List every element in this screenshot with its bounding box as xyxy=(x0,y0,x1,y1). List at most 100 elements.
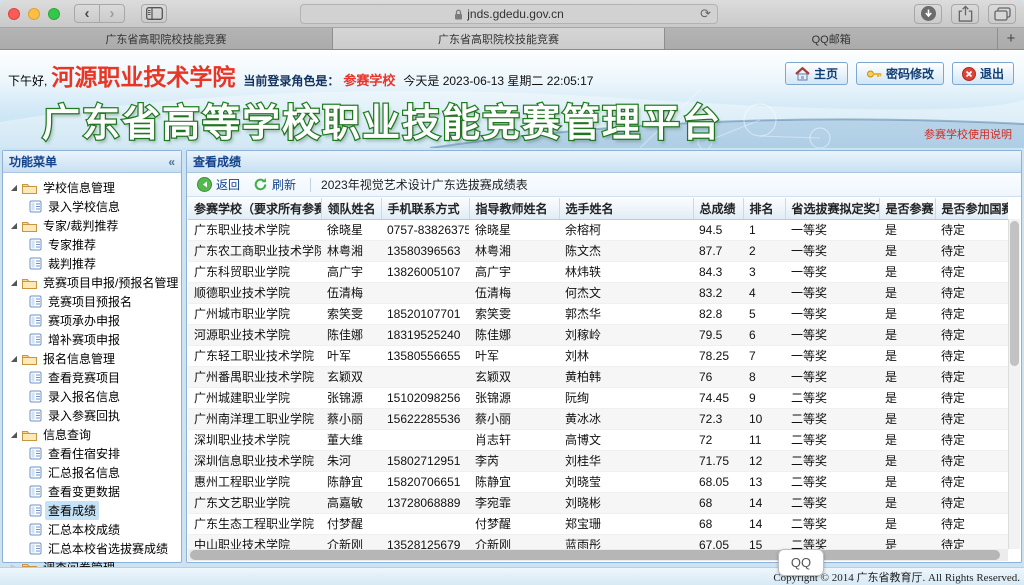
table-row[interactable]: 广州南洋理工职业学院 蔡小丽 15622285536 蔡小丽 黄冰冰 72.3 10 二等奖是… xyxy=(188,408,1008,430)
horizontal-scrollbar-thumb[interactable] xyxy=(190,550,1000,560)
column-header[interactable]: 参赛学校（要求所有参赛学 xyxy=(188,198,322,220)
table-row[interactable]: 广州番禺职业技术学院 玄颖双 玄颖双 黄柏韩 76 8 一等奖是待定 xyxy=(188,366,1008,388)
table-cell: 3 xyxy=(743,261,785,283)
sidebar-item-汇总本校成绩[interactable]: 汇总本校成绩 xyxy=(9,520,179,539)
sidebar-folder[interactable]: ◢ 竞赛项目申报/预报名管理 xyxy=(9,273,179,292)
table-cell: 二等奖 xyxy=(785,513,879,535)
column-header[interactable]: 总成绩 xyxy=(693,198,744,220)
browser-tab[interactable]: 广东省高职院校技能竞赛 xyxy=(0,28,333,49)
sidebar-item-查看住宿安排[interactable]: 查看住宿安排 xyxy=(9,444,179,463)
close-window-button[interactable] xyxy=(8,7,20,20)
table-cell: 68.05 xyxy=(693,471,743,493)
zoom-window-button[interactable] xyxy=(48,7,60,20)
column-header[interactable]: 省选拔赛拟定奖项 xyxy=(785,198,880,220)
downloads-button[interactable] xyxy=(914,3,942,24)
share-button[interactable] xyxy=(951,3,979,24)
sidebar-folder[interactable]: ◢ 信息查询 xyxy=(9,425,179,444)
address-bar[interactable]: jnds.gdedu.gov.cn ⟳ xyxy=(300,4,718,24)
sidebar-item-增补赛项申报[interactable]: 增补赛项申报 xyxy=(9,330,179,349)
table-row[interactable]: 广东职业技术学院 徐晓星 0757-83826375 徐晓星 余榕柯 94.5 1 一等奖是待… xyxy=(188,219,1008,241)
table-cell: 刘稼岭 xyxy=(559,324,693,346)
sidebar-item-录入报名信息[interactable]: 录入报名信息 xyxy=(9,387,179,406)
back-button[interactable]: ‹ xyxy=(74,4,100,23)
table-cell: 索笑雯 xyxy=(469,303,559,325)
table-cell: 是 xyxy=(879,366,935,388)
table-cell: 待定 xyxy=(935,324,1008,346)
column-header[interactable]: 领队姓名 xyxy=(321,198,382,220)
window-controls xyxy=(8,7,60,20)
table-cell: 郭杰华 xyxy=(559,303,693,325)
logout-button[interactable]: 退出 xyxy=(951,62,1014,85)
caret-expanded-icon[interactable]: ◢ xyxy=(9,430,19,439)
column-header[interactable]: 排名 xyxy=(743,198,786,220)
table-cell: 林炜轶 xyxy=(559,261,693,283)
caret-expanded-icon[interactable]: ◢ xyxy=(9,183,19,192)
reload-icon[interactable]: ⟳ xyxy=(700,6,711,22)
back-toolbar-button[interactable]: 返回 xyxy=(193,175,244,194)
table-cell: 深圳信息职业技术学院 xyxy=(188,450,321,472)
tabs-overview-button[interactable] xyxy=(988,3,1016,24)
change-password-button[interactable]: 密码修改 xyxy=(855,62,944,85)
sidebar-item-竞赛项目预报名[interactable]: 竞赛项目预报名 xyxy=(9,292,179,311)
column-header[interactable]: 手机联系方式 xyxy=(381,198,470,220)
sidebar-item-汇总报名信息[interactable]: 汇总报名信息 xyxy=(9,463,179,482)
sidebar-item-录入学校信息[interactable]: 录入学校信息 xyxy=(9,197,179,216)
folder-icon xyxy=(22,277,37,289)
sidebar-item-录入参赛回执[interactable]: 录入参赛回执 xyxy=(9,406,179,425)
table-row[interactable]: 广东轻工职业技术学院 叶军 13580556655 叶军 刘林 78.25 7 一等奖是待定 xyxy=(188,345,1008,367)
sidebar-toggle-button[interactable] xyxy=(141,4,167,23)
sidebar-item-裁判推荐[interactable]: 裁判推荐 xyxy=(9,254,179,273)
table-cell: 阮绚 xyxy=(559,387,693,409)
usage-instructions-link[interactable]: 参赛学校使用说明 xyxy=(924,126,1012,142)
column-header[interactable]: 指导教师姓名 xyxy=(469,198,560,220)
sidebar-folder[interactable]: ◢ 学校信息管理 xyxy=(9,178,179,197)
table-row[interactable]: 广东科贸职业学院 高广宇 13826005107 高广宇 林炜轶 84.3 3 一等奖是待定 xyxy=(188,261,1008,283)
sidebar-folder[interactable]: ◢ 报名信息管理 xyxy=(9,349,179,368)
forward-button[interactable]: › xyxy=(99,4,125,23)
table-cell: 14 xyxy=(743,492,785,514)
vertical-scrollbar[interactable] xyxy=(1008,219,1020,549)
caret-expanded-icon[interactable]: ◢ xyxy=(9,278,19,287)
table-row[interactable]: 广东生态工程职业学院 付梦醒 付梦醒 郑宝珊 68 14 二等奖是待定 xyxy=(188,513,1008,535)
vertical-scrollbar-thumb[interactable] xyxy=(1010,221,1019,366)
horizontal-scrollbar[interactable] xyxy=(188,549,1008,561)
table-row[interactable]: 惠州工程职业学院 陈静宜 15820706651 陈静宜 刘晓莹 68.05 13 二等奖是待… xyxy=(188,471,1008,493)
column-header[interactable]: 是否参赛 xyxy=(879,198,936,220)
sidebar-collapse-button[interactable]: « xyxy=(168,156,175,168)
new-tab-button[interactable]: + xyxy=(998,28,1024,49)
sidebar-item-查看变更数据[interactable]: 查看变更数据 xyxy=(9,482,179,501)
sidebar-folder[interactable]: ◢ 专家/裁判推荐 xyxy=(9,216,179,235)
table-row[interactable]: 顺德职业技术学院 伍清梅 伍清梅 何杰文 83.2 4 一等奖是待定 xyxy=(188,282,1008,304)
refresh-toolbar-button[interactable]: 刷新 xyxy=(249,175,300,194)
browser-toolbar: ‹ › jnds.gdedu.gov.cn ⟳ xyxy=(0,0,1024,28)
minimize-window-button[interactable] xyxy=(28,7,40,20)
sidebar-item-汇总本校省选拔赛成绩[interactable]: 汇总本校省选拔赛成绩 xyxy=(9,539,179,558)
sidebar-item-赛项承办申报[interactable]: 赛项承办申报 xyxy=(9,311,179,330)
table-row[interactable]: 广东文艺职业学院 高嘉敏 13728068889 李宛霏 刘晓彬 68 14 二等奖是待定 xyxy=(188,492,1008,514)
home-button[interactable]: 主页 xyxy=(784,62,848,85)
table-cell: 13580556655 xyxy=(381,345,469,367)
caret-expanded-icon[interactable]: ◢ xyxy=(9,221,19,230)
column-header[interactable]: 选手姓名 xyxy=(559,198,694,220)
table-cell: 张锦源 xyxy=(321,387,381,409)
table-cell: 叶军 xyxy=(321,345,381,367)
table-row[interactable]: 广东农工商职业技术学院 林粤湘 13580396563 林粤湘 陈文杰 87.7 2 一等奖是… xyxy=(188,240,1008,262)
table-cell: 是 xyxy=(879,429,935,451)
table-row[interactable]: 广州城建职业学院 张锦源 15102098256 张锦源 阮绚 74.45 9 二等奖是待定 xyxy=(188,387,1008,409)
table-row[interactable]: 河源职业技术学院 陈佳娜 18319525240 陈佳娜 刘稼岭 79.5 6 一等奖是待定 xyxy=(188,324,1008,346)
table-row[interactable]: 深圳职业技术学院 董大维 肖志轩 高博文 72 11 二等奖是待定 xyxy=(188,429,1008,451)
table-row[interactable]: 广州城市职业学院 索笑雯 18520107701 索笑雯 郭杰华 82.8 5 一等奖是待定 xyxy=(188,303,1008,325)
browser-tab[interactable]: QQ邮箱 xyxy=(665,28,999,49)
browser-tab[interactable]: 广东省高职院校技能竞赛 xyxy=(332,28,666,49)
table-row[interactable]: 深圳信息职业技术学院 朱河 15802712951 李芮 刘桂华 71.75 12 二等奖是待… xyxy=(188,450,1008,472)
folder-icon xyxy=(22,220,37,232)
sidebar-item-查看竞赛项目[interactable]: 查看竞赛项目 xyxy=(9,368,179,387)
caret-expanded-icon[interactable]: ◢ xyxy=(9,354,19,363)
column-header[interactable]: 是否参加国赛 xyxy=(935,198,1008,220)
sidebar-item-专家推荐[interactable]: 专家推荐 xyxy=(9,235,179,254)
table-cell: 陈静宜 xyxy=(469,471,559,493)
table-cell: 9 xyxy=(743,387,785,409)
table-cell: 付梦醒 xyxy=(321,513,381,535)
sidebar-item-查看成绩[interactable]: 查看成绩 xyxy=(9,501,179,520)
logout-button-label: 退出 xyxy=(979,67,1004,81)
